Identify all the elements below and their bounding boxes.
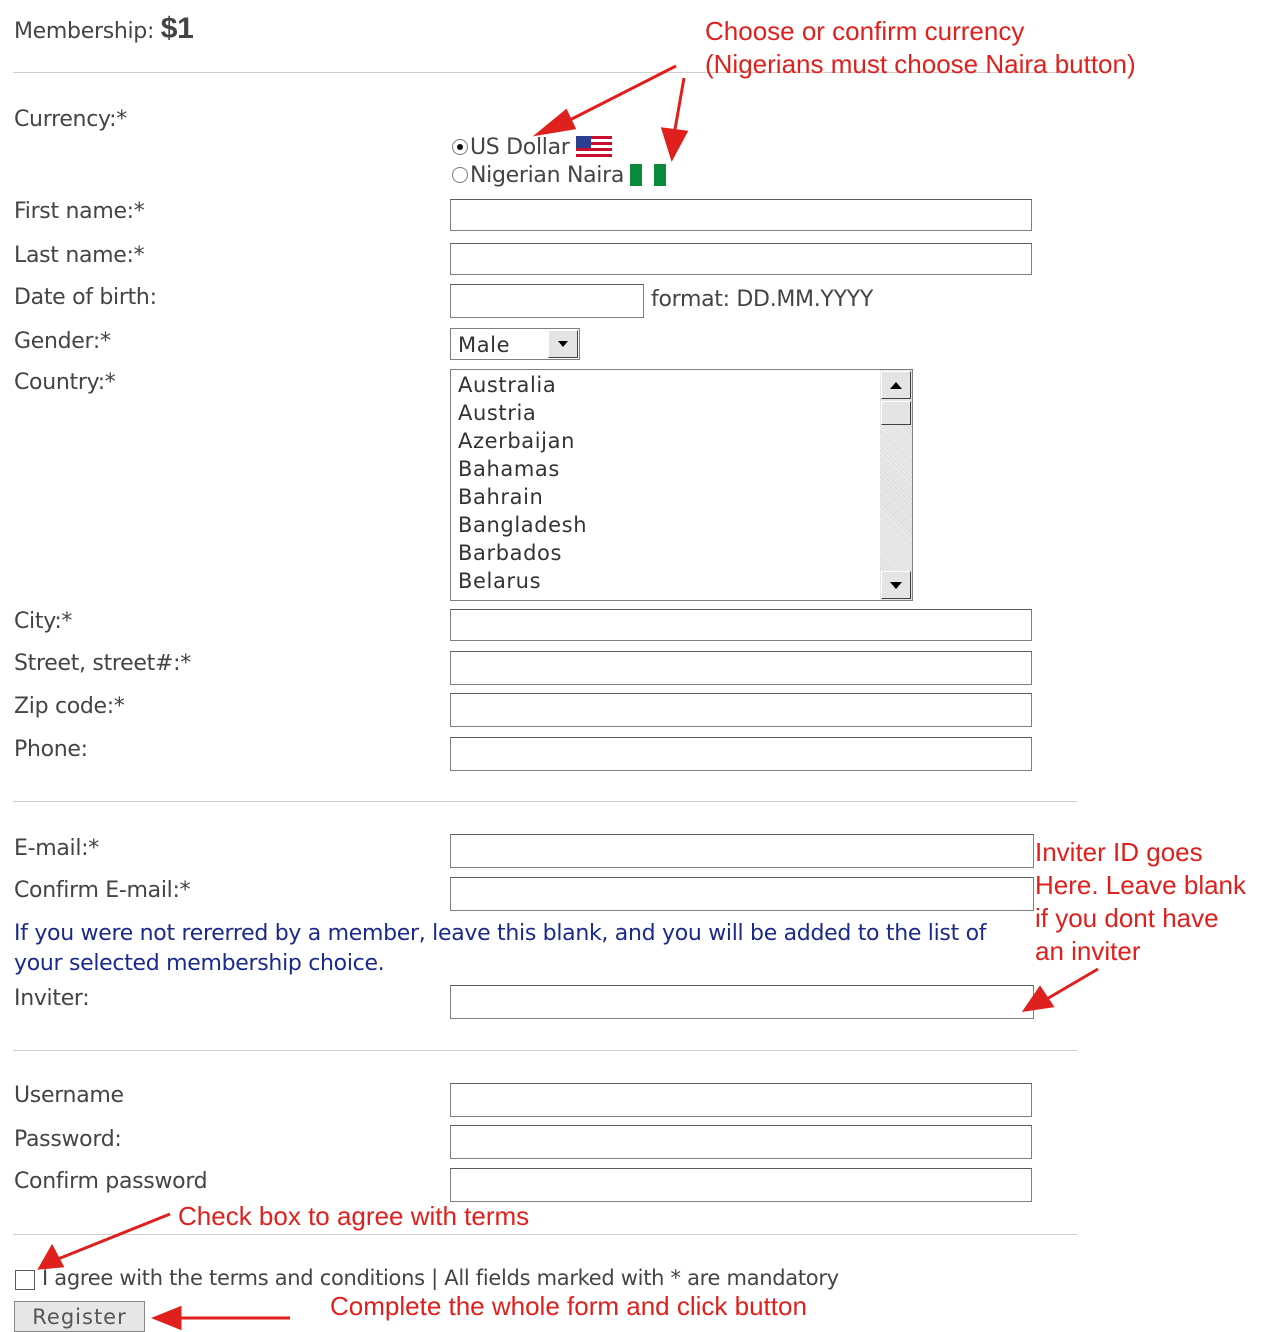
terms-arrow <box>57 1212 171 1261</box>
terms-arrowhead <box>37 1243 65 1270</box>
scroll-down-button[interactable] <box>881 571 911 599</box>
username-label: Username <box>14 1083 124 1108</box>
terms-text: I agree with the terms and conditions | … <box>42 1266 839 1290</box>
currency-arrowhead <box>532 108 577 137</box>
phone-input[interactable] <box>450 737 1032 771</box>
last-name-input[interactable] <box>450 243 1032 275</box>
currency-label: Currency:* <box>14 107 127 132</box>
gender-label: Gender:* <box>14 329 111 354</box>
phone-label: Phone: <box>14 737 88 762</box>
divider <box>13 1050 1077 1051</box>
dob-format-hint: format: DD.MM.YYYY <box>651 287 873 312</box>
confirm-email-label: Confirm E-mail:* <box>14 878 191 903</box>
dob-label: Date of birth: <box>14 285 157 310</box>
country-option[interactable]: Bahamas <box>451 455 587 483</box>
inviter-arrow <box>1044 967 1099 1002</box>
zip-input[interactable] <box>450 693 1032 727</box>
last-name-label: Last name:* <box>14 243 145 268</box>
dob-input[interactable] <box>450 284 644 318</box>
usd-radio[interactable] <box>452 139 468 155</box>
register-annotation: Complete the whole form and click button <box>330 1291 807 1321</box>
chevron-down-icon <box>890 581 902 589</box>
country-option[interactable]: Austria <box>451 399 587 427</box>
membership-price: $1 <box>160 12 194 45</box>
nigeria-flag-icon <box>630 164 667 186</box>
terms-checkbox[interactable] <box>15 1270 35 1290</box>
naira-radio[interactable] <box>452 167 468 183</box>
referral-note: If you were not rererred by a member, le… <box>14 921 987 976</box>
country-list: Australia Austria Azerbaijan Bahamas Bahrain… <box>451 371 587 595</box>
membership-label: Membership: $1 <box>14 12 194 45</box>
gender-value: Male <box>458 333 511 357</box>
chevron-down-icon <box>558 341 568 347</box>
gender-select[interactable]: Male <box>450 328 580 360</box>
confirm-password-label: Confirm password <box>14 1169 208 1194</box>
scroll-up-button[interactable] <box>881 371 911 399</box>
confirm-password-input[interactable] <box>450 1168 1032 1202</box>
country-option[interactable]: Azerbaijan <box>451 427 587 455</box>
currency-annotation: Choose or confirm currency (Nigerians mu… <box>705 16 1136 79</box>
gender-dropdown-button[interactable] <box>548 330 578 358</box>
inviter-input[interactable] <box>450 985 1034 1019</box>
divider <box>13 1234 1077 1235</box>
register-button[interactable]: Register <box>14 1301 145 1332</box>
city-input[interactable] <box>450 609 1032 641</box>
username-input[interactable] <box>450 1083 1032 1117</box>
city-label: City:* <box>14 609 73 634</box>
terms-annotation: Check box to agree with terms <box>178 1201 530 1231</box>
currency-option-usd[interactable]: US Dollar <box>452 134 612 160</box>
currency-option-naira[interactable]: Nigerian Naira <box>452 162 667 188</box>
email-input[interactable] <box>450 834 1034 868</box>
confirm-email-input[interactable] <box>450 877 1034 911</box>
inviter-label: Inviter: <box>14 986 90 1011</box>
country-option[interactable]: Belarus <box>451 567 587 595</box>
first-name-input[interactable] <box>450 199 1032 231</box>
street-label: Street, street#:* <box>14 651 191 676</box>
country-option[interactable]: Australia <box>451 371 587 399</box>
register-arrowhead <box>150 1305 182 1331</box>
password-label: Password: <box>14 1127 122 1152</box>
naira-arrowhead <box>660 127 689 162</box>
country-listbox[interactable]: Australia Austria Azerbaijan Bahamas Bahrain… <box>450 369 913 601</box>
naira-arrow <box>672 77 686 136</box>
country-option[interactable]: Bahrain <box>451 483 587 511</box>
inviter-annotation: Inviter ID goes Here. Leave blank if you… <box>1035 837 1247 966</box>
us-flag-icon <box>575 136 612 158</box>
country-label: Country:* <box>14 370 116 395</box>
currency-arrow <box>559 64 677 127</box>
first-name-label: First name:* <box>14 199 145 224</box>
password-input[interactable] <box>450 1125 1032 1159</box>
street-input[interactable] <box>450 651 1032 685</box>
country-option[interactable]: Barbados <box>451 539 587 567</box>
chevron-up-icon <box>890 381 902 389</box>
scrollbar-thumb[interactable] <box>881 401 911 425</box>
country-option[interactable]: Bangladesh <box>451 511 587 539</box>
email-label: E-mail:* <box>14 836 99 861</box>
divider <box>13 801 1077 802</box>
zip-label: Zip code:* <box>14 694 125 719</box>
